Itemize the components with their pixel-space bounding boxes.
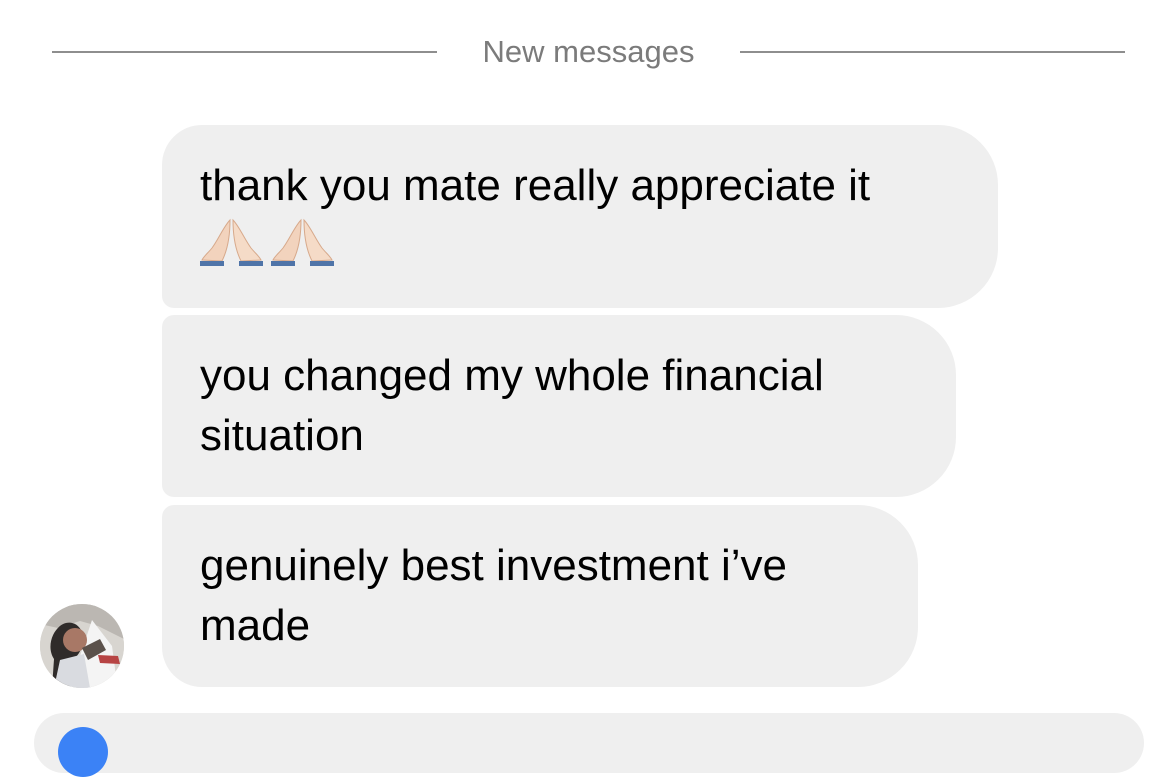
camera-icon[interactable] [58, 727, 108, 777]
message-bubble-3[interactable]: genuinely best investment i’ve made [162, 505, 918, 687]
message-text: genuinely best investment i’ve made [200, 541, 787, 650]
divider-line-left [52, 51, 437, 53]
message-text: thank you mate really appreciate it [200, 161, 871, 210]
message-text: you changed my whole financial situation [200, 351, 824, 460]
avatar[interactable] [40, 604, 124, 688]
divider-line-right [740, 51, 1125, 53]
message-emoji-row [200, 218, 960, 266]
folded-hands-emoji [200, 218, 263, 266]
message-composer[interactable] [34, 713, 1144, 777]
message-bubble-2[interactable]: you changed my whole financial situation [162, 315, 956, 497]
divider-label: New messages [482, 34, 695, 69]
profile-photo-avatar-icon [40, 604, 124, 688]
message-bubble-1[interactable]: thank you mate really appreciate it [162, 125, 998, 308]
folded-hands-emoji [271, 218, 334, 266]
